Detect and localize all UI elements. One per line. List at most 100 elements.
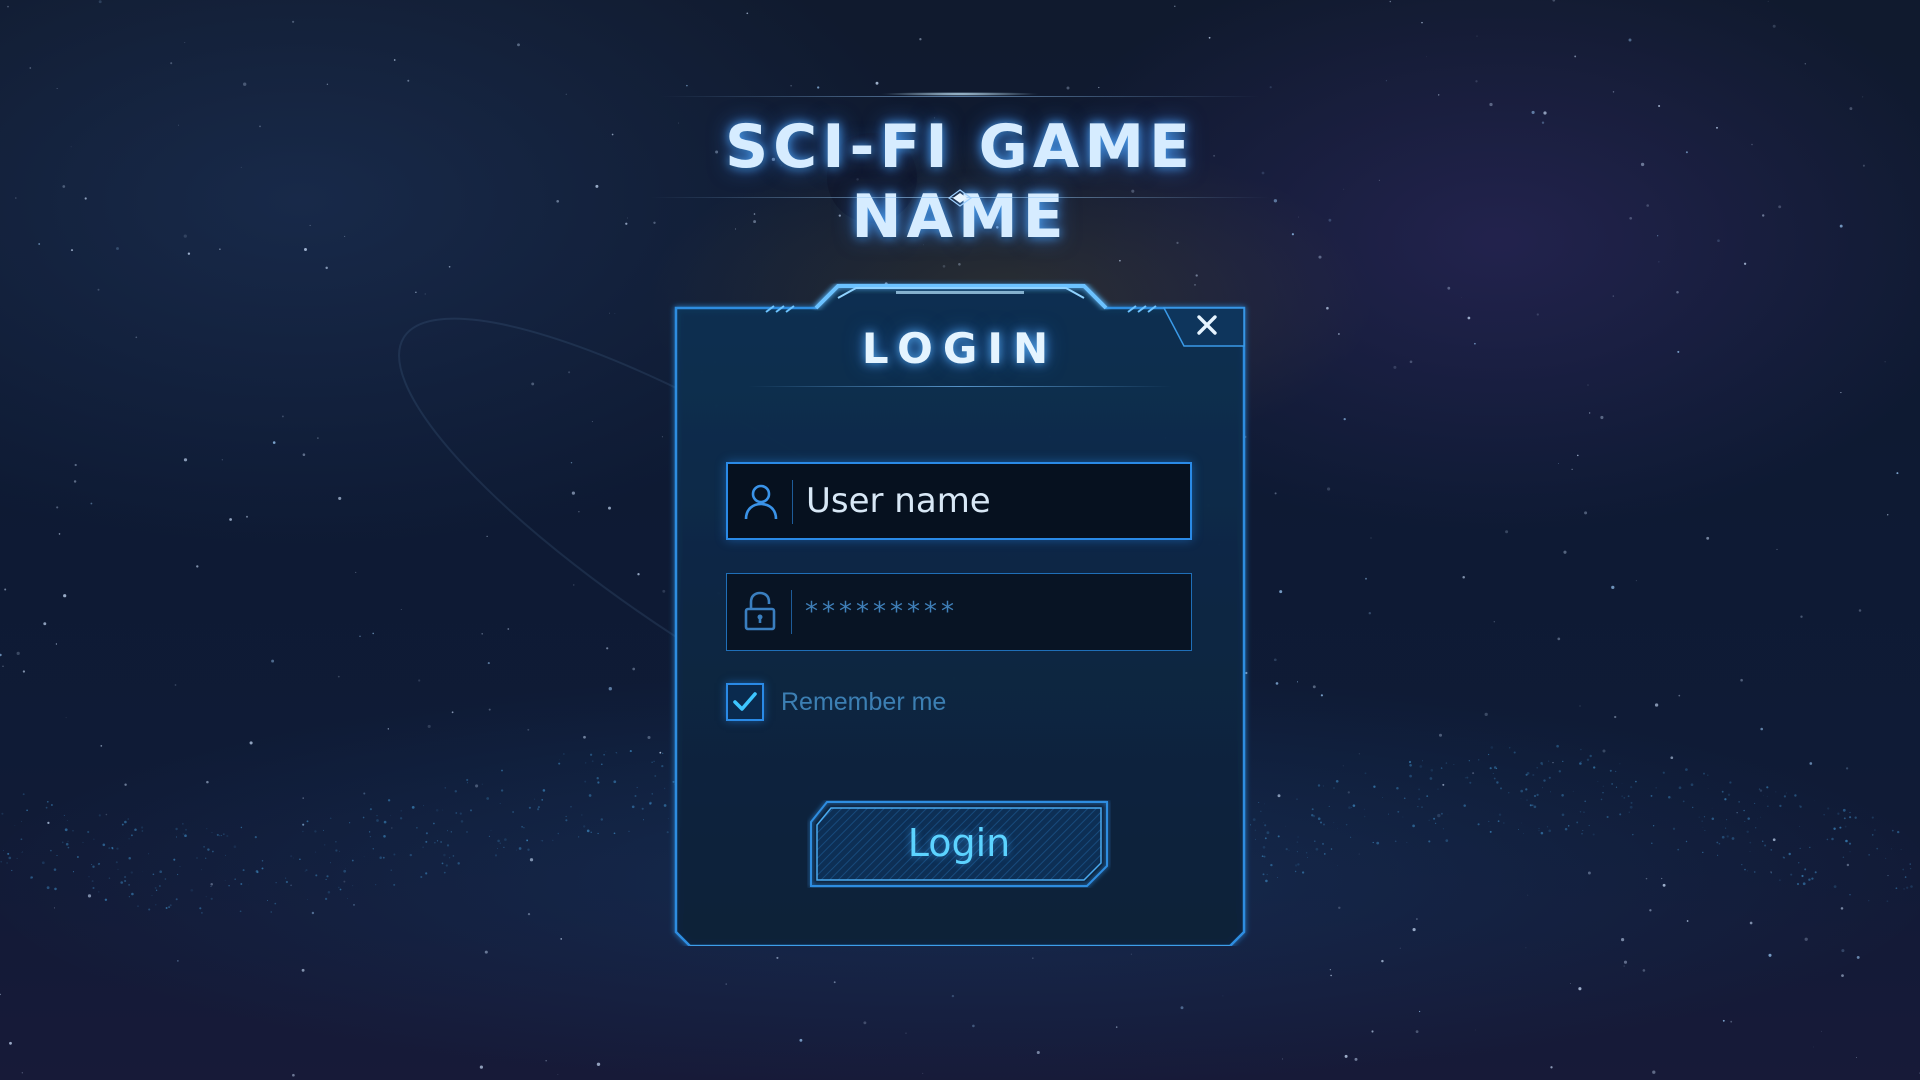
wave-particle bbox=[565, 815, 567, 817]
star bbox=[1531, 110, 1535, 114]
wave-particle bbox=[1619, 763, 1621, 765]
wave-particle bbox=[196, 857, 198, 859]
wave-particle bbox=[1758, 788, 1761, 790]
wave-particle bbox=[636, 786, 638, 789]
wave-particle bbox=[65, 842, 69, 846]
star bbox=[776, 956, 779, 959]
wave-particle bbox=[588, 794, 592, 797]
star bbox=[1574, 55, 1577, 58]
password-input[interactable] bbox=[805, 574, 1175, 650]
star bbox=[1571, 468, 1573, 470]
star bbox=[1686, 920, 1689, 922]
wave-particle bbox=[352, 885, 354, 887]
wave-particle bbox=[99, 862, 101, 865]
wave-particle bbox=[182, 833, 185, 835]
wave-particle bbox=[1671, 797, 1672, 799]
wave-particle bbox=[91, 880, 94, 883]
login-button-label: Login bbox=[907, 821, 1011, 865]
wave-particle bbox=[165, 907, 168, 909]
star bbox=[29, 67, 32, 69]
star bbox=[90, 502, 93, 505]
star bbox=[905, 1032, 907, 1034]
star bbox=[527, 912, 531, 916]
star bbox=[1541, 121, 1545, 124]
wave-particle bbox=[425, 840, 428, 843]
wave-particle bbox=[1886, 900, 1889, 903]
wave-particle bbox=[1764, 844, 1767, 847]
wave-particle bbox=[481, 783, 483, 785]
wave-particle bbox=[1716, 841, 1719, 844]
star bbox=[1629, 216, 1633, 220]
star bbox=[1760, 727, 1764, 731]
wave-particle bbox=[1492, 773, 1494, 774]
star bbox=[1640, 162, 1645, 167]
wave-particle bbox=[578, 836, 580, 838]
wave-particle bbox=[1597, 780, 1599, 782]
wave-particle bbox=[1548, 760, 1550, 762]
star bbox=[183, 234, 187, 238]
wave-particle bbox=[1561, 813, 1565, 817]
star bbox=[1749, 921, 1753, 925]
star bbox=[951, 994, 955, 998]
wave-particle bbox=[155, 904, 157, 906]
wave-particle bbox=[372, 848, 374, 850]
star bbox=[1461, 297, 1462, 298]
wave-particle bbox=[325, 878, 327, 880]
wave-particle bbox=[1579, 811, 1582, 813]
wave-particle bbox=[653, 760, 655, 763]
star bbox=[1475, 80, 1478, 83]
wave-particle bbox=[1630, 801, 1633, 804]
wave-particle bbox=[322, 829, 324, 831]
wave-particle bbox=[1707, 774, 1709, 776]
wave-particle bbox=[499, 842, 501, 844]
star bbox=[1327, 487, 1331, 491]
wave-particle bbox=[584, 780, 587, 783]
wave-particle bbox=[1576, 821, 1579, 824]
wave-particle bbox=[629, 750, 632, 753]
star bbox=[1343, 417, 1346, 421]
wave-particle bbox=[662, 752, 664, 755]
wave-particle bbox=[528, 806, 531, 809]
star bbox=[1841, 974, 1844, 977]
wave-particle bbox=[1703, 772, 1705, 775]
wave-particle bbox=[216, 833, 219, 836]
wave-particle bbox=[1520, 789, 1524, 793]
wave-particle bbox=[497, 839, 500, 843]
star bbox=[1543, 111, 1547, 115]
wave-particle bbox=[56, 854, 58, 857]
star bbox=[187, 252, 191, 255]
wave-particle bbox=[131, 892, 134, 896]
login-button[interactable]: Login bbox=[807, 800, 1111, 888]
username-field[interactable] bbox=[726, 462, 1192, 540]
title-divider bbox=[748, 386, 1172, 387]
wave-particle bbox=[1350, 836, 1352, 838]
remember-me-checkbox[interactable] bbox=[726, 683, 764, 721]
wave-particle bbox=[199, 907, 202, 910]
wave-particle bbox=[1842, 808, 1846, 812]
wave-particle bbox=[512, 811, 515, 813]
star bbox=[178, 124, 180, 126]
field-divider bbox=[791, 590, 792, 634]
remember-me-toggle[interactable]: Remember me bbox=[726, 680, 1026, 724]
wave-particle bbox=[324, 844, 326, 846]
star bbox=[1846, 863, 1850, 867]
star bbox=[292, 1073, 295, 1077]
star bbox=[65, 717, 67, 719]
wave-particle bbox=[1417, 806, 1419, 808]
username-input[interactable] bbox=[806, 464, 1176, 538]
wave-particle bbox=[441, 862, 444, 865]
wave-particle bbox=[254, 836, 257, 839]
wave-particle bbox=[591, 760, 594, 763]
star bbox=[1552, 761, 1554, 764]
wave-particle bbox=[1426, 795, 1429, 797]
close-button[interactable] bbox=[1186, 308, 1228, 342]
wave-particle bbox=[121, 823, 124, 826]
star bbox=[1320, 694, 1324, 697]
wave-particle bbox=[1408, 760, 1412, 764]
wave-particle bbox=[518, 847, 522, 850]
wave-particle bbox=[1428, 840, 1431, 843]
wave-particle bbox=[275, 882, 277, 884]
wave-particle bbox=[1580, 761, 1582, 762]
star bbox=[1378, 179, 1380, 181]
password-field[interactable] bbox=[726, 573, 1192, 651]
